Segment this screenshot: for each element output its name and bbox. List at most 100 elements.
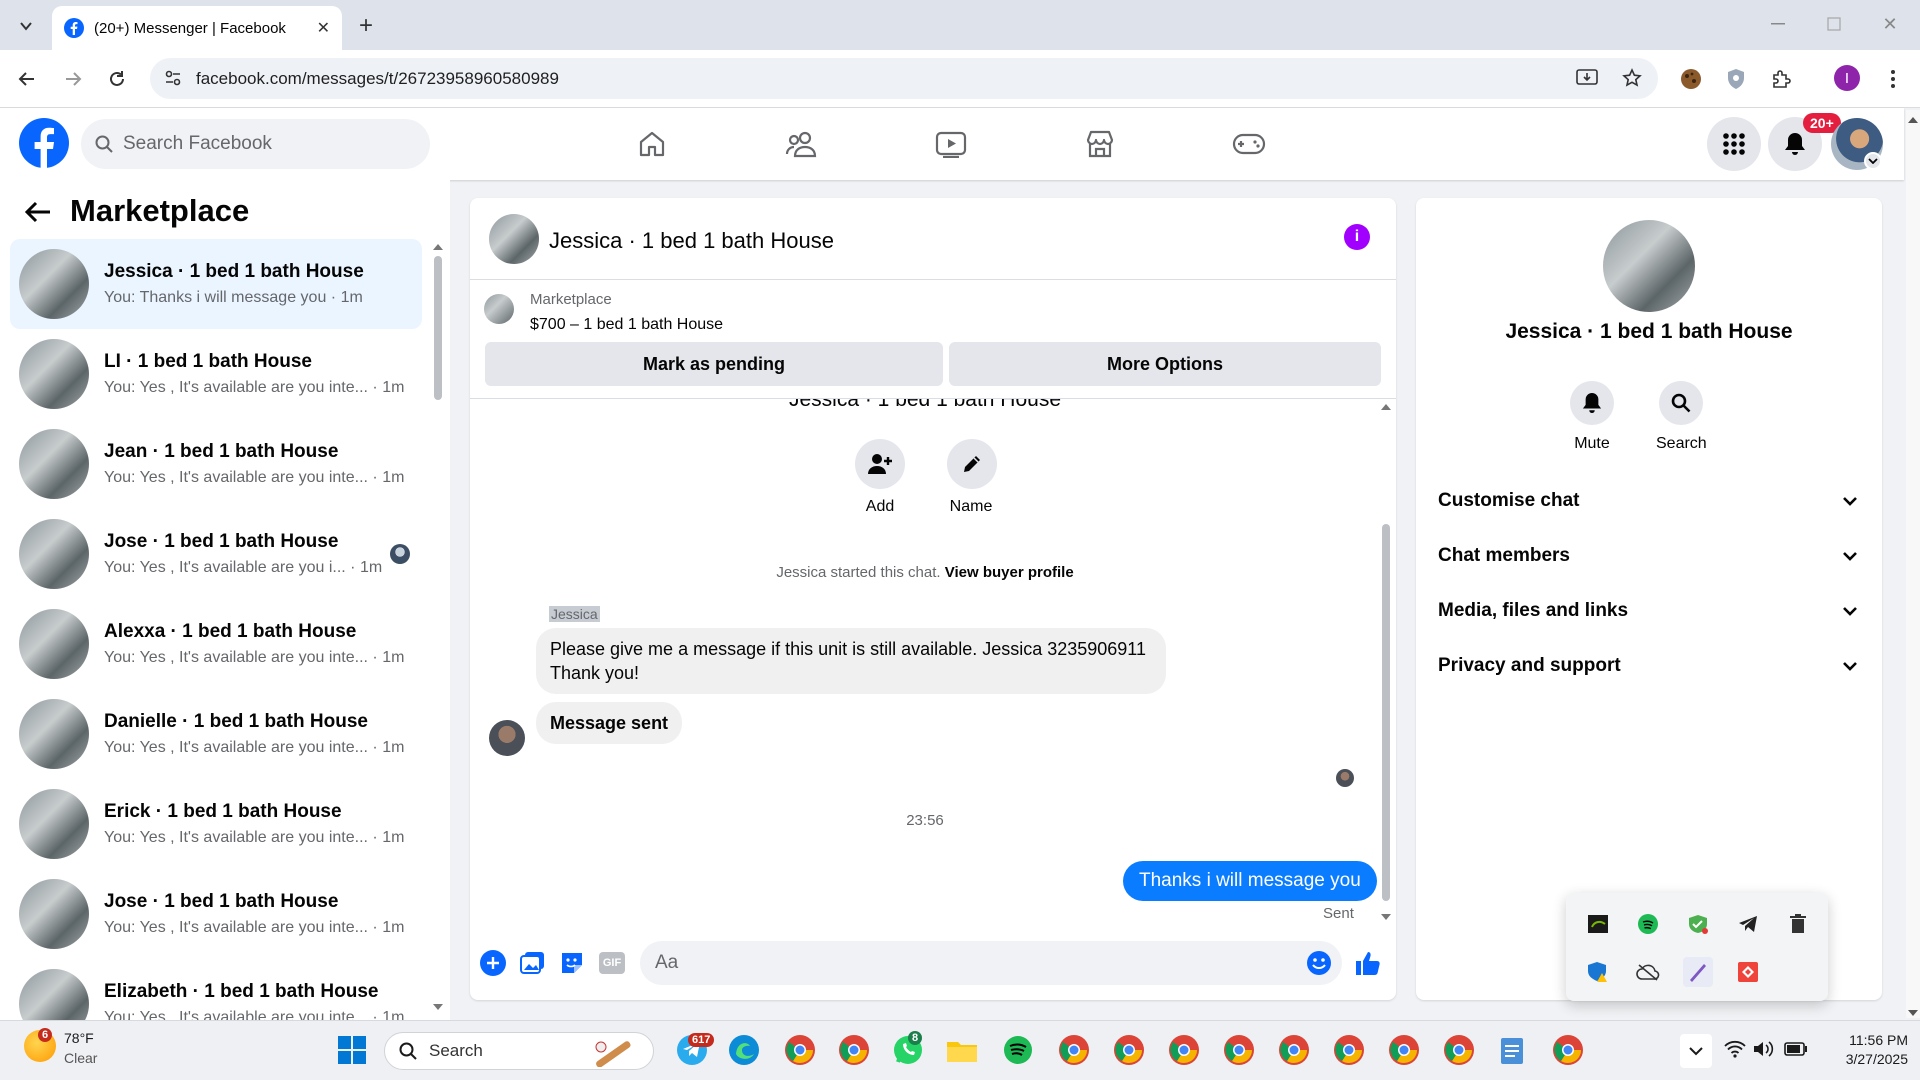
anydesk-tray-icon[interactable]	[1733, 957, 1763, 987]
pen-tray-icon[interactable]	[1683, 957, 1713, 987]
taskbar-chrome-profile-l-icon[interactable]	[834, 1030, 874, 1070]
forward-arrow-icon[interactable]	[58, 64, 88, 94]
taskbar-spotify-icon[interactable]	[998, 1030, 1038, 1070]
conversation-item[interactable]: Danielle · 1 bed 1 bath House You: Yes , …	[10, 689, 422, 779]
profile-avatar[interactable]: I	[1834, 65, 1860, 91]
search-action[interactable]: Search	[1656, 381, 1707, 453]
taskbar-chrome-window-icon[interactable]	[1054, 1030, 1094, 1070]
details-avatar[interactable]	[1603, 220, 1695, 312]
address-bar[interactable]: facebook.com/messages/t/2672395896058098…	[150, 58, 1658, 99]
chat-scrollbar[interactable]	[1379, 402, 1393, 922]
account-chevron-down-icon[interactable]	[1864, 152, 1882, 170]
taskbar-chrome-window-icon[interactable]	[1219, 1030, 1259, 1070]
sticker-icon[interactable]	[559, 950, 585, 976]
new-tab-plus-icon[interactable]: +	[352, 12, 380, 40]
window-maximize-icon[interactable]	[1820, 10, 1848, 38]
search-magnifier-icon[interactable]	[1659, 381, 1704, 425]
chat-scrollbar-thumb[interactable]	[1382, 524, 1390, 901]
cookie-extension-icon[interactable]	[1676, 64, 1706, 94]
tab-close-icon[interactable]: ✕	[317, 18, 330, 38]
outgoing-message-bubble[interactable]: Thanks i will message you	[1123, 861, 1377, 901]
shield-extension-icon[interactable]	[1721, 64, 1751, 94]
back-arrow-icon[interactable]	[24, 200, 52, 224]
battery-icon[interactable]	[1784, 1042, 1808, 1056]
browser-menu-icon[interactable]	[1880, 64, 1906, 94]
pencil-icon[interactable]	[947, 439, 997, 489]
plus-circle-icon[interactable]	[480, 950, 506, 976]
facebook-search-input[interactable]: Search Facebook	[81, 119, 430, 169]
photo-icon[interactable]	[520, 950, 546, 976]
bookmark-star-icon[interactable]	[1622, 68, 1642, 88]
emoji-icon[interactable]	[1306, 950, 1332, 976]
trash-tray-icon[interactable]	[1783, 909, 1813, 939]
add-action[interactable]: Add	[855, 439, 905, 516]
taskbar-chrome-window-icon[interactable]	[1109, 1030, 1149, 1070]
taskbar-chrome-window-icon[interactable]	[1274, 1030, 1314, 1070]
nav-home-icon[interactable]	[630, 124, 674, 164]
window-minimize-icon[interactable]	[1764, 10, 1792, 38]
chat-avatar[interactable]	[489, 214, 539, 264]
name-action[interactable]: Name	[947, 439, 997, 516]
taskbar-chrome-window-icon[interactable]	[1329, 1030, 1369, 1070]
security-check-tray-icon[interactable]	[1683, 909, 1713, 939]
window-close-icon[interactable]: ✕	[1876, 10, 1904, 38]
menu-grid-button[interactable]	[1707, 117, 1761, 171]
taskbar-chrome-profile-i-icon[interactable]	[1548, 1030, 1588, 1070]
nav-friends-icon[interactable]	[779, 124, 823, 164]
thumbs-up-icon[interactable]	[1354, 949, 1382, 977]
add-person-icon[interactable]	[855, 439, 905, 489]
conversation-item[interactable]: LI · 1 bed 1 bath House You: Yes , It's a…	[10, 329, 422, 419]
taskbar-chrome-window-icon[interactable]	[1384, 1030, 1424, 1070]
details-section-row[interactable]: Customise chat	[1438, 481, 1858, 521]
nav-gaming-icon[interactable]	[1227, 124, 1271, 164]
wifi-icon[interactable]	[1724, 1040, 1746, 1058]
reload-icon[interactable]	[102, 64, 132, 94]
browser-tab-messenger[interactable]: (20+) Messenger | Facebook ✕	[52, 6, 342, 50]
windows-start-icon[interactable]	[332, 1030, 372, 1070]
cloud-off-tray-icon[interactable]	[1633, 957, 1663, 987]
details-section-row[interactable]: Privacy and support	[1438, 646, 1858, 686]
tab-search-chevron-icon[interactable]	[12, 12, 40, 40]
gif-icon[interactable]: GIF	[599, 952, 625, 974]
page-scrollbar[interactable]	[1906, 110, 1920, 1018]
facebook-logo-icon[interactable]	[19, 118, 69, 168]
volume-icon[interactable]	[1753, 1040, 1775, 1058]
scrollbar-thumb[interactable]	[434, 256, 442, 400]
spotify-tray-icon[interactable]	[1633, 909, 1663, 939]
taskbar-chrome-window-icon[interactable]	[1439, 1030, 1479, 1070]
taskbar-notepad-icon[interactable]	[1492, 1030, 1532, 1070]
conversation-item[interactable]: Erick · 1 bed 1 bath House You: Yes , It'…	[10, 779, 422, 869]
extensions-puzzle-icon[interactable]	[1766, 64, 1796, 94]
site-info-icon[interactable]	[164, 69, 182, 87]
mark-as-pending-button[interactable]: Mark as pending	[485, 342, 943, 386]
nav-video-icon[interactable]	[929, 124, 973, 164]
taskbar-edge-icon[interactable]	[724, 1030, 764, 1070]
taskbar-chrome-profile-k-icon[interactable]	[780, 1030, 820, 1070]
conversation-item[interactable]: Jessica · 1 bed 1 bath House You: Thanks …	[10, 239, 422, 329]
telegram-tray-icon[interactable]	[1733, 909, 1763, 939]
conversation-item[interactable]: Jose · 1 bed 1 bath House You: Yes , It's…	[10, 869, 422, 959]
nav-marketplace-icon[interactable]	[1078, 124, 1122, 164]
taskbar-chrome-window-icon[interactable]	[1164, 1030, 1204, 1070]
mute-bell-icon[interactable]	[1570, 381, 1614, 425]
details-section-row[interactable]: Chat members	[1438, 536, 1858, 576]
chat-header-title[interactable]: Jessica · 1 bed 1 bath House	[549, 228, 834, 254]
view-buyer-profile-link[interactable]: View buyer profile	[945, 564, 1074, 581]
conversation-item[interactable]: Jean · 1 bed 1 bath House You: Yes , It's…	[10, 419, 422, 509]
weather-temp[interactable]: 78°F	[64, 1030, 94, 1046]
details-section-row[interactable]: Media, files and links	[1438, 591, 1858, 631]
conversation-item[interactable]: Alexxa · 1 bed 1 bath House You: Yes , It…	[10, 599, 422, 689]
info-icon[interactable]: i	[1344, 224, 1370, 250]
back-arrow-icon[interactable]	[12, 64, 42, 94]
conversation-item[interactable]: Jose · 1 bed 1 bath House You: Yes , It's…	[10, 509, 422, 599]
clock[interactable]: 11:56 PM 3/27/2025	[1822, 1032, 1908, 1067]
message-input[interactable]: Aa	[640, 941, 1342, 985]
listing-thumbnail[interactable]	[484, 294, 514, 324]
taskbar-file-explorer-icon[interactable]	[942, 1030, 982, 1070]
conversation-list-scrollbar[interactable]	[431, 242, 445, 1012]
defender-warning-tray-icon[interactable]	[1583, 957, 1613, 987]
sender-avatar[interactable]	[489, 720, 525, 756]
incoming-message-bubble[interactable]: Please give me a message if this unit is…	[536, 628, 1166, 694]
message-sent-bubble[interactable]: Message sent	[536, 702, 683, 744]
mute-action[interactable]: Mute	[1570, 381, 1614, 453]
